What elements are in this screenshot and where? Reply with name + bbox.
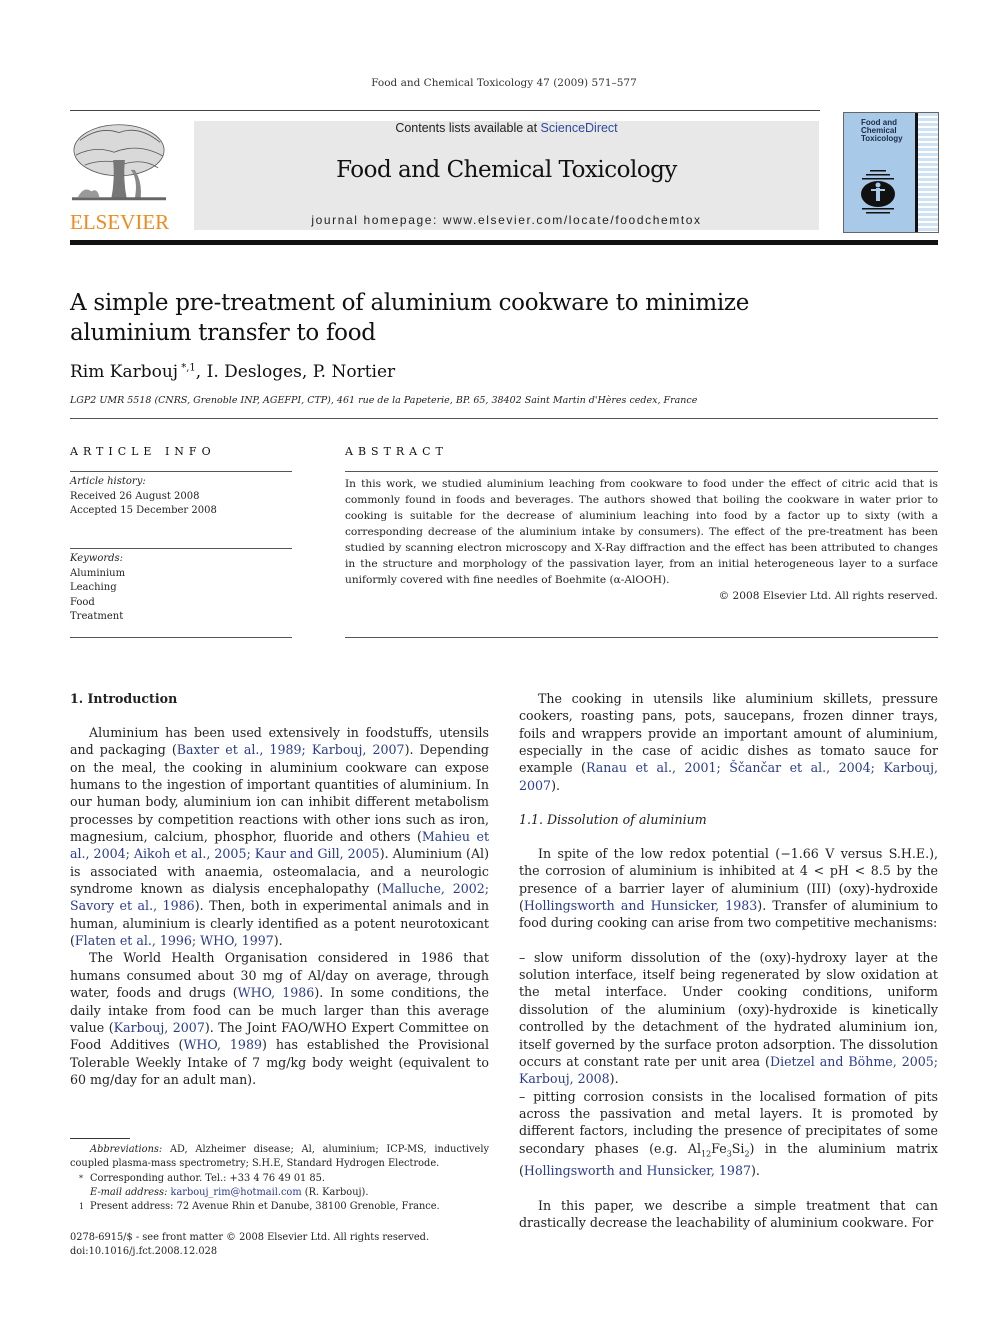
paragraph: The cooking in utensils like aluminium s… [519, 691, 939, 793]
other-authors: , I. Desloges, P. Nortier [195, 362, 396, 382]
email-link[interactable]: karbouj_rim@hotmail.com [171, 1187, 302, 1198]
abbreviations-label: Abbreviations: [90, 1144, 163, 1155]
citation-link[interactable]: Ranau et al., 2001; Ščančar et al., 2004… [519, 760, 938, 792]
front-matter: 0278-6915/$ - see front matter © 2008 El… [70, 1231, 429, 1260]
abstract-heading: ABSTRACT [345, 445, 448, 458]
keyword: Food [70, 596, 95, 608]
footnote-corresponding: * Corresponding author. Tel.: +33 4 76 49… [70, 1172, 489, 1186]
issn-line: 0278-6915/$ - see front matter © 2008 El… [70, 1232, 430, 1243]
subscript: 3 [726, 1149, 732, 1159]
elsevier-logo[interactable]: ELSEVIER [70, 120, 170, 234]
list-item: – slow uniform dissolution of the (oxy)-… [519, 949, 938, 1087]
abstract-body: In this work, we studied aluminium leach… [345, 476, 938, 604]
present-address-text: Present address: 72 Avenue Rhin et Danub… [90, 1201, 440, 1213]
article-info-rule [70, 471, 292, 472]
cover-title: Food and Chemical Toxicology [861, 119, 903, 143]
keywords-label: Keywords: [70, 553, 124, 564]
elsevier-wordmark: ELSEVIER [70, 210, 170, 234]
author-list: Rim Karbouj *,1, I. Desloges, P. Nortier [70, 362, 395, 382]
citation-link[interactable]: Karbouj, 2007 [114, 1020, 205, 1035]
citation-link[interactable]: Dietzel and Böhme, 2005; Karbouj, 2008 [519, 1054, 938, 1086]
body-column-left: 1. Introduction Aluminium has been used … [70, 690, 489, 1088]
article-info-rule [70, 637, 292, 638]
author-name[interactable]: Rim Karbouj [70, 362, 178, 382]
footnote-present-address: 1 Present address: 72 Avenue Rhin et Danu… [70, 1200, 489, 1214]
keywords: Keywords: Aluminium Leaching Food Treatm… [70, 552, 125, 625]
journal-cover[interactable]: Food and Chemical Toxicology [843, 112, 939, 233]
elsevier-tree-icon [70, 120, 168, 205]
accepted-date: Accepted 15 December 2008 [70, 505, 217, 516]
cover-spine [915, 113, 918, 232]
sciencedirect-link[interactable]: ScienceDirect [541, 121, 618, 135]
corresponding-text: Corresponding author. Tel.: +33 4 76 49 … [90, 1172, 325, 1184]
journal-title: Food and Chemical Toxicology [336, 157, 677, 183]
abstract-rule [345, 637, 938, 638]
keyword: Treatment [70, 611, 124, 622]
footnote-email: E-mail address: karbouj_rim@hotmail.com … [70, 1186, 489, 1200]
citation-link[interactable]: WHO, 1989 [183, 1037, 262, 1052]
citation-link[interactable]: Hollingsworth and Hunsicker, 1983 [524, 898, 757, 913]
header-thick-rule [70, 240, 938, 245]
subscript: 2 [744, 1149, 750, 1159]
article-title-line: aluminium transfer to food [70, 320, 376, 346]
article-info-rule [70, 548, 292, 549]
received-date: Received 26 August 2008 [70, 490, 200, 502]
citation-link[interactable]: Malluche, 2002; Savory et al., 1986 [70, 881, 489, 913]
header-rule [70, 110, 820, 111]
body-column-right: The cooking in utensils like aluminium s… [519, 690, 938, 1231]
journal-citation: Food and Chemical Toxicology 47 (2009) 5… [371, 77, 637, 89]
article-info-heading: ARTICLE INFO [70, 445, 216, 458]
contents-availability: Contents lists available at ScienceDirec… [194, 121, 819, 135]
journal-homepage-link[interactable]: journal homepage: www.elsevier.com/locat… [194, 213, 819, 227]
abstract-text: In this work, we studied aluminium leach… [345, 478, 938, 586]
footnote-mark: 1 [79, 1202, 85, 1212]
footnote-rule [70, 1138, 130, 1139]
keyword: Leaching [70, 582, 117, 593]
cover-title-line: Toxicology [861, 134, 903, 143]
email-suffix: (R. Karbouj). [301, 1186, 369, 1198]
footnote-mark: * [79, 1173, 83, 1183]
keyword: Aluminium [70, 567, 126, 579]
citation-link[interactable]: Mahieu et al., 2004; Aikoh et al., 2005;… [70, 829, 489, 861]
paragraph: In this paper, we describe a simple trea… [519, 1197, 938, 1231]
citation-link[interactable]: WHO, 1986 [238, 985, 315, 1000]
subsection-heading-dissolution: 1.1. Dissolution of aluminium [519, 812, 707, 828]
paragraph: The World Health Organisation considered… [70, 950, 490, 1087]
citation-link[interactable]: Baxter et al., 1989; Karbouj, 2007 [177, 742, 405, 757]
history-label: Article history: [70, 476, 146, 487]
paragraph: In spite of the low redox potential (−1.… [519, 846, 938, 931]
list-item: – pitting corrosion consists in the loca… [519, 1088, 938, 1179]
footnotes: Abbreviations: AD, Alzheimer disease; Al… [70, 1143, 489, 1214]
abstract-rule [345, 471, 938, 472]
article-history: Article history: Received 26 August 2008… [70, 475, 217, 519]
doi[interactable]: doi:10.1016/j.fct.2008.12.028 [70, 1245, 429, 1259]
section-heading-introduction: 1. Introduction [70, 691, 178, 706]
contents-prefix: Contents lists available at [395, 121, 541, 135]
subscript: 12 [700, 1149, 712, 1159]
affiliation: LGP2 UMR 5518 (CNRS, Grenoble INP, AGEFP… [70, 395, 698, 406]
footnote-abbreviations: Abbreviations: AD, Alzheimer disease; Al… [70, 1143, 489, 1172]
article-title: A simple pre-treatment of aluminium cook… [70, 288, 770, 348]
journal-cover-figure-icon [861, 170, 895, 214]
citation-link[interactable]: Flaten et al., 1996; WHO, 1997 [75, 933, 274, 948]
citation-link[interactable]: Hollingsworth and Hunsicker, 1987 [524, 1163, 751, 1178]
author-footnote-marks[interactable]: *,1 [181, 362, 196, 373]
email-label: E-mail address: [90, 1186, 168, 1198]
article-title-line: A simple pre-treatment of aluminium cook… [70, 290, 750, 316]
paragraph: Aluminium has been used extensively in f… [70, 725, 490, 949]
journal-banner: Contents lists available at ScienceDirec… [194, 121, 819, 230]
affiliation-rule [70, 418, 938, 419]
abstract-copyright: © 2008 Elsevier Ltd. All rights reserved… [718, 590, 938, 602]
